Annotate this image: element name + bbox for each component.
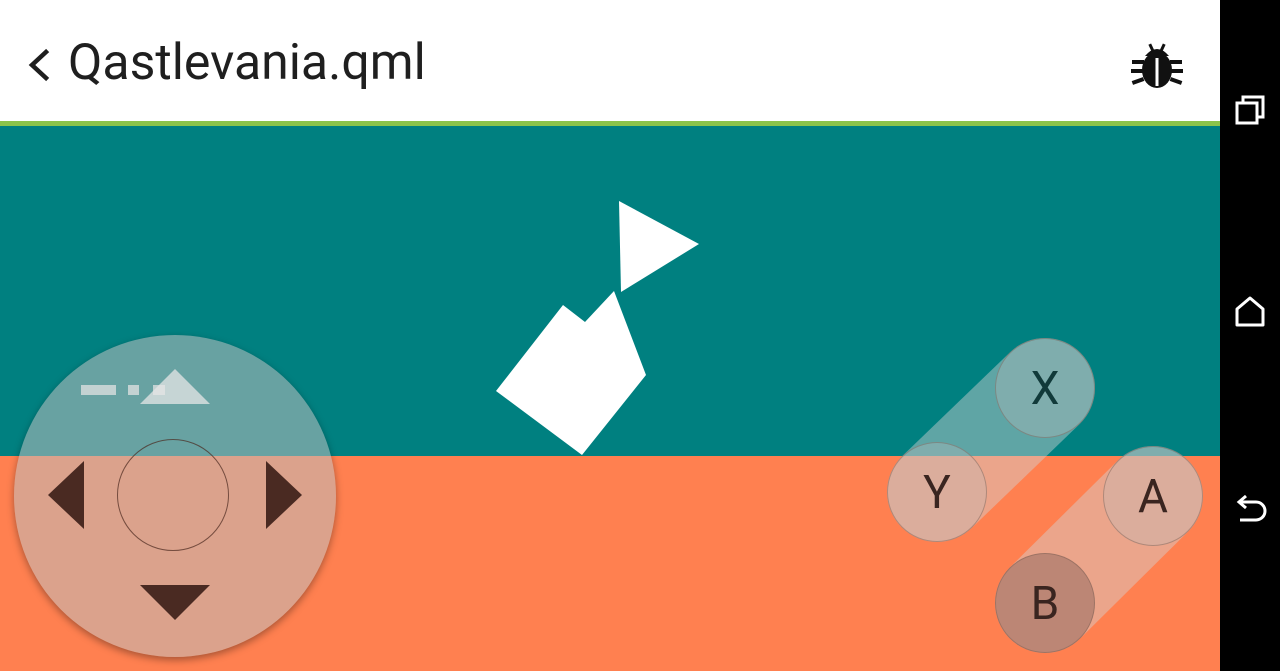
dpad-center[interactable] — [117, 439, 229, 551]
bug-icon[interactable] — [1128, 36, 1186, 94]
health-bar-segment — [128, 385, 139, 395]
b-button[interactable]: B — [995, 553, 1095, 653]
recent-apps-icon[interactable] — [1232, 92, 1268, 128]
back-arrow-icon[interactable] — [1232, 492, 1268, 528]
virtual-dpad[interactable] — [14, 335, 336, 657]
system-nav-bar — [1220, 0, 1280, 671]
game-app: Qastlevania.qml X Y A B — [0, 0, 1220, 671]
x-button[interactable]: X — [995, 338, 1095, 438]
health-bar-segment — [81, 385, 116, 395]
page-title: Qastlevania.qml — [68, 34, 426, 92]
dpad-left-icon[interactable] — [48, 461, 84, 529]
back-chevron-icon[interactable] — [26, 40, 56, 90]
dpad-right-icon[interactable] — [266, 461, 302, 529]
a-button[interactable]: A — [1103, 446, 1203, 546]
y-button[interactable]: Y — [887, 442, 987, 542]
dpad-up-icon[interactable] — [140, 369, 210, 404]
home-icon[interactable] — [1232, 293, 1268, 329]
dpad-down-icon[interactable] — [140, 585, 210, 620]
title-bar: Qastlevania.qml — [0, 0, 1220, 121]
